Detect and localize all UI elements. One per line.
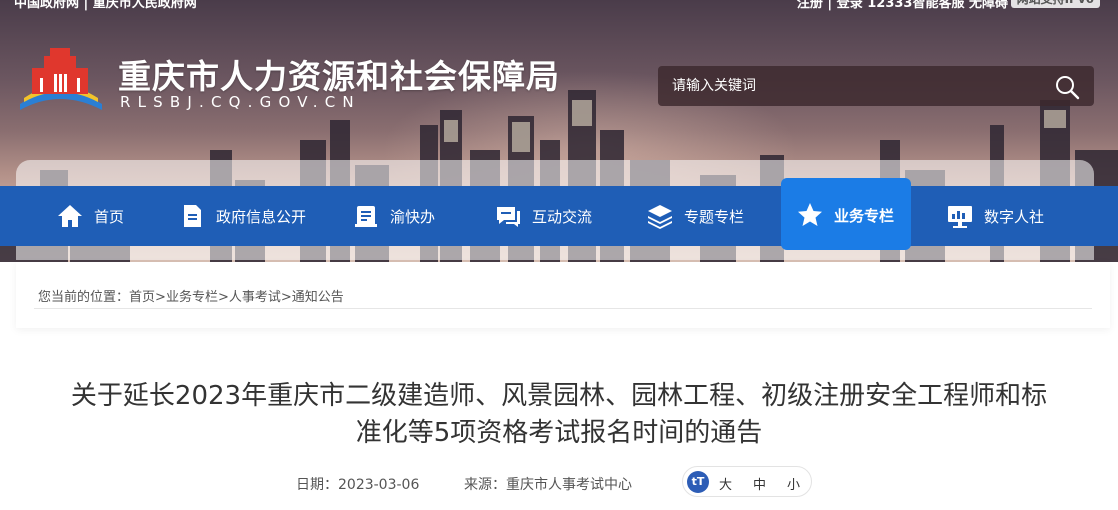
article-title-line-2: 准化等5项资格考试报名时间的通告 <box>355 418 763 448</box>
site-name[interactable]: 重庆市人力资源和社会保障局 <box>118 50 560 98</box>
source-label: 来源： <box>464 477 506 493</box>
font-size-icon: tT <box>687 471 709 493</box>
nav-label: 首页 <box>94 207 125 226</box>
breadcrumb-prefix: 您当前的位置： <box>38 290 130 305</box>
nav-item-gov-info[interactable]: 政府信息公开 <box>178 186 306 246</box>
user-links[interactable]: 注册 | 登录 12333智能客服 无障碍 <box>797 0 1008 11</box>
date-label: 日期： <box>296 477 338 493</box>
nav-label: 互动交流 <box>532 207 593 226</box>
nav-item-yukuaiban[interactable]: 渝快办 <box>352 186 435 246</box>
nav-label: 渝快办 <box>390 207 436 226</box>
nav-item-home[interactable]: 首页 <box>56 186 124 246</box>
article-title: 关于延长2023年重庆市二级建造师、风景园林、园林工程、初级注册安全工程师和标 … <box>40 378 1078 452</box>
home-icon <box>58 205 82 227</box>
font-size-small-button[interactable]: 小 <box>787 474 800 493</box>
nav-item-digital-hr[interactable]: 数字人社 <box>946 186 1044 246</box>
gov-links[interactable]: 中国政府网 | 重庆市人民政府网 <box>14 0 197 11</box>
article-source: 来源：重庆市人事考试中心 <box>464 474 632 494</box>
breadcrumb-separator: > <box>280 290 292 305</box>
font-size-large-button[interactable]: 大 <box>719 474 732 493</box>
document-icon <box>184 205 201 227</box>
chat-icon <box>497 207 520 227</box>
nav-item-interaction[interactable]: 互动交流 <box>494 186 592 246</box>
service-icon <box>355 206 377 227</box>
font-size-medium-button[interactable]: 中 <box>753 474 766 493</box>
breadcrumb-item-notices[interactable]: 通知公告 <box>292 290 344 305</box>
site-logo-icon <box>20 48 102 110</box>
search-icon[interactable] <box>1054 74 1080 100</box>
nav-item-special-topics[interactable]: 专题专栏 <box>646 186 744 246</box>
article-title-line-1: 关于延长2023年重庆市二级建造师、风景园林、园林工程、初级注册安全工程师和标 <box>70 381 1048 411</box>
breadcrumb-item-personnel-exam[interactable]: 人事考试 <box>229 290 281 305</box>
breadcrumb-item-home[interactable]: 首页 <box>129 290 155 305</box>
search-box <box>658 66 1094 106</box>
top-utility-bar: 中国政府网 | 重庆市人民政府网 注册 | 登录 12333智能客服 无障碍 网… <box>0 0 1118 12</box>
font-size-switcher: tT 大 中 小 <box>682 466 812 497</box>
breadcrumb-separator: > <box>155 290 166 305</box>
site-domain: RLSBJ.CQ.GOV.CN <box>120 93 361 111</box>
nav-label: 业务专栏 <box>834 206 895 225</box>
breadcrumb-card: 您当前的位置：首页>业务专栏>人事考试>通知公告 <box>16 262 1110 328</box>
article-date: 日期：2023-03-06 <box>296 474 419 494</box>
monitor-icon <box>948 206 972 228</box>
breadcrumb-item-business[interactable]: 业务专栏 <box>166 290 218 305</box>
date-value: 2023-03-06 <box>338 477 420 493</box>
star-icon <box>798 203 822 226</box>
source-value: 重庆市人事考试中心 <box>506 477 632 493</box>
breadcrumb-divider <box>34 308 1092 309</box>
nav-item-business[interactable]: 业务专栏 <box>796 182 894 248</box>
breadcrumb-separator: > <box>217 290 229 305</box>
nav-label: 数字人社 <box>984 207 1045 226</box>
nav-label: 专题专栏 <box>684 207 745 226</box>
search-input[interactable] <box>658 66 1038 106</box>
nav-label: 政府信息公开 <box>216 207 307 226</box>
ipv6-badge: 网站支持IPv6 <box>1010 0 1100 8</box>
layers-icon <box>648 205 672 229</box>
breadcrumb: 您当前的位置：首页>业务专栏>人事考试>通知公告 <box>38 286 344 305</box>
